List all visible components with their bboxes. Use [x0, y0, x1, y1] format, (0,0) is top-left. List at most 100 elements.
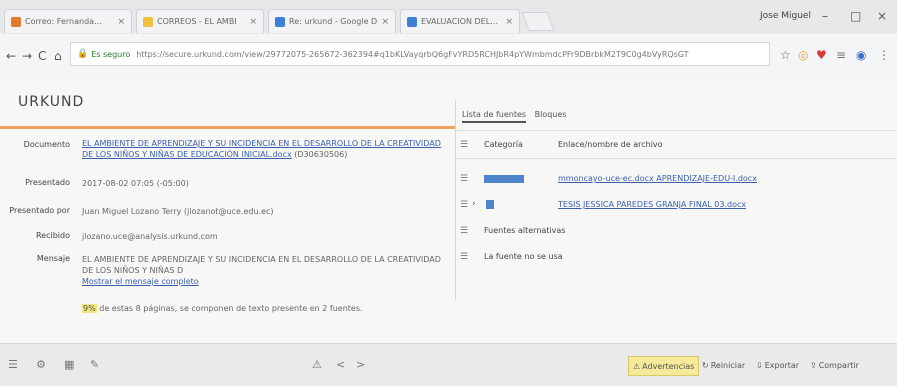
previous-icon[interactable]: <: [336, 358, 345, 371]
category-label: La fuente no se usa: [484, 252, 563, 261]
next-icon[interactable]: >: [356, 358, 365, 371]
drag-handle-icon[interactable]: ☰: [460, 226, 468, 236]
field-label: Presentado: [25, 178, 70, 187]
sources-header: ☰ Categoría Enlace/nombre de archivo: [456, 132, 897, 158]
url-text[interactable]: https://secure.urkund.com/view/29772075-…: [136, 50, 688, 59]
warning-icon: ⚠: [633, 361, 641, 371]
field-documento: Documento EL AMBIENTE DE APRENDIZAJE Y S…: [0, 138, 456, 166]
extension-icon[interactable]: ◎: [798, 48, 808, 62]
lock-icon: 🔒: [77, 49, 89, 59]
doc-icon: [407, 16, 417, 27]
source-link[interactable]: mmoncayo-uce-ec.docx APRENDIZAJE-EDU-I.d…: [558, 174, 757, 183]
profile-name[interactable]: Jose Miguel: [760, 11, 811, 21]
sources-tabs: Lista de fuentes Bloques: [462, 110, 572, 123]
browser-tab-strip: Correo: Fernanda… × CORREOS - EL AMBI × …: [0, 0, 897, 34]
summary-text: 9% de estas 8 páginas, se componen de te…: [82, 303, 450, 314]
browser-tab-1[interactable]: Correo: Fernanda… ×: [4, 9, 132, 33]
button-label: Compartir: [818, 360, 859, 370]
home-icon[interactable]: ⌂: [54, 49, 62, 63]
reload-icon[interactable]: C: [38, 49, 46, 63]
field-label: Presentado por: [9, 206, 70, 215]
browser-tab-2[interactable]: CORREOS - EL AMBI ×: [136, 9, 264, 33]
button-label: Exportar: [764, 360, 800, 370]
message-text: EL AMBIENTE DE APRENDIZAJE Y SU INCIDENC…: [82, 255, 441, 275]
mail-icon: [11, 16, 21, 27]
field-label: Mensaje: [36, 254, 70, 263]
close-icon[interactable]: ×: [505, 17, 513, 27]
expand-all-icon[interactable]: ☰: [460, 140, 468, 150]
mail-icon: [143, 16, 153, 27]
settings-icon[interactable]: ⚙: [36, 358, 46, 371]
extension-icon[interactable]: ♥: [816, 48, 827, 62]
button-label: Advertencias: [642, 361, 695, 371]
field-label: Documento: [23, 140, 70, 149]
show-full-message-link[interactable]: Mostrar el mensaje completo: [82, 277, 199, 286]
summary-sentence: de estas 8 páginas, se componen de texto…: [99, 304, 363, 313]
document-details: Documento EL AMBIENTE DE APRENDIZAJE Y S…: [0, 128, 456, 343]
bookmark-star-icon[interactable]: ☆: [780, 48, 791, 62]
drag-handle-icon[interactable]: ☰: [460, 200, 468, 210]
tab-label: EVALUACION DEL…: [421, 17, 499, 26]
category-label: Fuentes alternativas: [484, 226, 566, 235]
export-icon: ⇩: [756, 360, 763, 370]
tab-source-list[interactable]: Lista de fuentes: [462, 110, 527, 123]
divider: [456, 130, 897, 131]
urkund-logo: URKUND: [18, 94, 85, 110]
close-icon[interactable]: ×: [117, 17, 125, 27]
new-tab-button[interactable]: [521, 12, 555, 31]
list-icon[interactable]: ☰: [8, 358, 18, 371]
field-mensaje: Mensaje EL AMBIENTE DE APRENDIZAJE Y SU …: [0, 254, 456, 287]
doc-icon: [275, 16, 285, 27]
similarity-percent: 9%: [82, 304, 97, 313]
document-link[interactable]: EL AMBIENTE DE APRENDIZAJE Y SU INCIDENC…: [82, 139, 441, 159]
tab-label: Re: urkund - Google D: [289, 17, 378, 26]
source-row[interactable]: ☰ › TESIS JESSICA PAREDES GRANJA FINAL 0…: [456, 192, 897, 218]
document-id: (D30630506): [294, 150, 348, 159]
source-row[interactable]: ☰ La fuente no se usa: [456, 244, 897, 270]
field-value: 2017-08-02 07:05 (-05:00): [82, 179, 189, 188]
field-value: EL AMBIENTE DE APRENDIZAJE Y SU INCIDENC…: [82, 254, 450, 287]
menu-icon[interactable]: ⋮: [878, 48, 890, 62]
field-label: Recibido: [35, 231, 70, 240]
edit-icon[interactable]: ✎: [90, 358, 99, 371]
browser-tab-4[interactable]: EVALUACION DEL… ×: [400, 9, 520, 33]
export-button[interactable]: ⇩ Exportar: [756, 356, 799, 374]
share-button[interactable]: ⇪ Compartir: [810, 356, 859, 374]
close-window-icon[interactable]: ×: [877, 9, 887, 23]
refresh-icon: ↻: [702, 360, 709, 370]
address-bar[interactable]: 🔒 Es seguro https://secure.urkund.com/vi…: [70, 42, 770, 66]
chevron-right-icon[interactable]: ›: [472, 199, 476, 209]
category-bar: [484, 175, 524, 183]
secure-label: Es seguro: [91, 49, 131, 59]
tab-blocks[interactable]: Bloques: [535, 110, 567, 119]
close-icon[interactable]: ×: [249, 17, 257, 27]
extension-icon[interactable]: ◉: [856, 48, 866, 62]
close-icon[interactable]: ×: [381, 17, 389, 27]
extension-icon[interactable]: ≡: [836, 48, 846, 62]
link-header: Enlace/nombre de archivo: [558, 140, 663, 149]
category-bar: [486, 200, 494, 209]
source-link[interactable]: TESIS JESSICA PAREDES GRANJA FINAL 03.do…: [558, 200, 746, 209]
back-icon[interactable]: ←: [6, 49, 16, 63]
minimize-icon[interactable]: –: [822, 9, 828, 23]
divider: [456, 158, 897, 159]
bottom-toolbar: ☰ ⚙ ▦ ✎ ⚠ < > ⚠ Advertencias ↻ Reiniciar…: [0, 343, 897, 386]
warnings-button[interactable]: ⚠ Advertencias: [628, 356, 700, 376]
warning-icon[interactable]: ⚠: [312, 358, 322, 371]
button-label: Reiniciar: [710, 360, 746, 370]
reset-button[interactable]: ↻ Reiniciar: [702, 356, 745, 374]
sources-panel: Lista de fuentes Bloques ☰ Categoría Enl…: [455, 100, 897, 300]
browser-toolbar: ← → C ⌂ 🔒 Es seguro https://secure.urkun…: [0, 34, 897, 79]
source-row[interactable]: ☰ Fuentes alternativas: [456, 218, 897, 244]
grid-icon[interactable]: ▦: [64, 358, 74, 371]
maximize-icon[interactable]: □: [850, 9, 861, 23]
source-row[interactable]: ☰ mmoncayo-uce-ec.docx APRENDIZAJE-EDU-I…: [456, 166, 897, 192]
drag-handle-icon[interactable]: ☰: [460, 174, 468, 184]
field-value: jlozano.uce@analysis.urkund.com: [82, 232, 218, 241]
forward-icon[interactable]: →: [22, 49, 32, 63]
tab-label: Correo: Fernanda…: [25, 17, 103, 26]
tab-label: CORREOS - EL AMBI: [157, 17, 237, 26]
drag-handle-icon[interactable]: ☰: [460, 252, 468, 262]
category-header: Categoría: [484, 140, 523, 149]
browser-tab-3[interactable]: Re: urkund - Google D ×: [268, 9, 396, 33]
